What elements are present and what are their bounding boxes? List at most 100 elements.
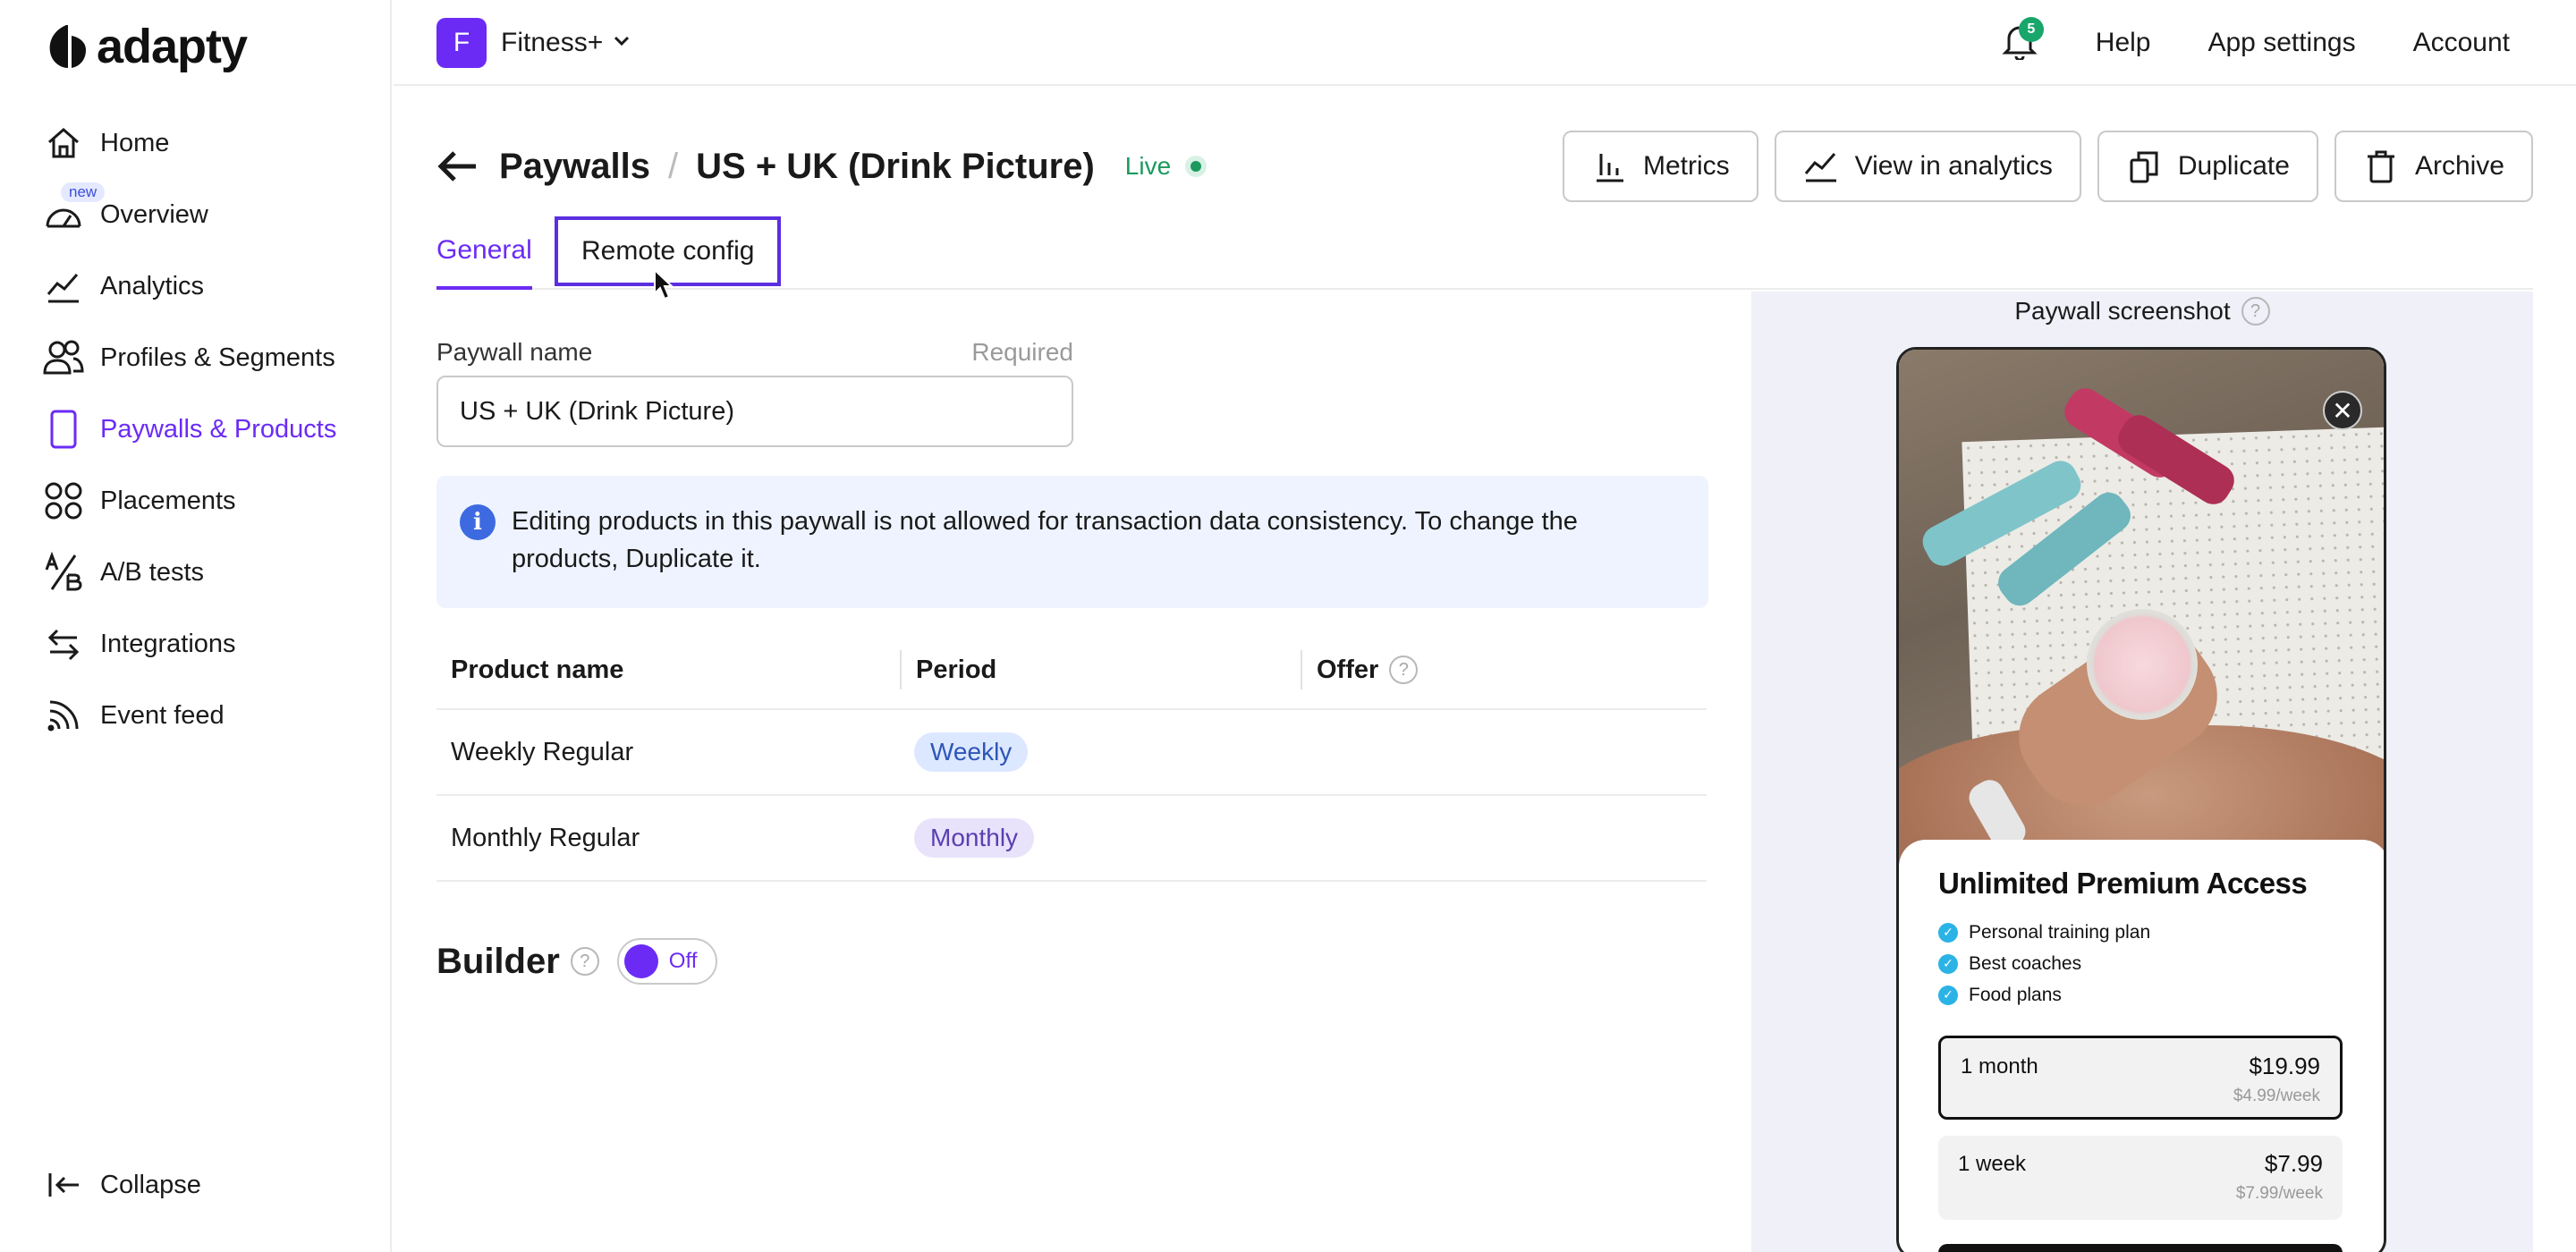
help-icon[interactable]: ? xyxy=(1389,656,1419,684)
home-icon xyxy=(43,123,84,164)
feature-item: ✓ Best coaches xyxy=(1938,948,2350,979)
metrics-button[interactable]: Metrics xyxy=(1562,131,1758,202)
sidebar-item-label: Paywalls & Products xyxy=(100,414,337,444)
account-link[interactable]: Account xyxy=(2413,28,2510,58)
sidebar-nav: Home new Overview Analytics Profiles & S… xyxy=(43,107,336,751)
help-icon[interactable]: ? xyxy=(570,947,599,976)
paywall-headline: Unlimited Premium Access xyxy=(1938,867,2308,900)
column-offer-label: Offer xyxy=(1317,655,1379,684)
plan-name: 1 month xyxy=(1961,1054,2038,1079)
chart-line-icon xyxy=(43,266,84,307)
arrows-icon xyxy=(43,623,84,664)
sidebar-item-profiles-segments[interactable]: Profiles & Segments xyxy=(43,322,336,393)
status-label: Live xyxy=(1124,152,1172,180)
sidebar-item-ab-tests[interactable]: A/B tests xyxy=(43,537,336,608)
help-icon[interactable]: ? xyxy=(2241,297,2270,326)
required-hint: Required xyxy=(971,338,1073,366)
sidebar-item-label: Integrations xyxy=(100,629,236,658)
plan-weekly-price: $7.99/week xyxy=(2235,1184,2323,1203)
grid-icon xyxy=(43,480,84,521)
preview-title-label: Paywall screenshot xyxy=(2014,297,2231,325)
archive-button[interactable]: Archive xyxy=(2334,131,2533,202)
trash-icon xyxy=(2363,148,2399,184)
view-in-analytics-label: View in analytics xyxy=(1854,151,2053,181)
paywall-screenshot: ✕ Unlimited Premium Access ✓ Personal tr… xyxy=(1896,347,2386,1252)
topbar-right: 5 Help App settings Account xyxy=(1997,17,2510,66)
duplicate-label: Duplicate xyxy=(2177,151,2290,181)
paywall-name-label-row: Paywall name Required xyxy=(436,338,1073,367)
paywall-name-label: Paywall name xyxy=(436,338,593,366)
tab-bar: General Remote config xyxy=(436,215,2533,290)
paywall-sheet: Unlimited Premium Access ✓ Personal trai… xyxy=(1899,840,2384,1252)
sidebar: adapty Home new Overview Analytics Profi… xyxy=(0,0,392,1252)
ab-test-icon xyxy=(43,552,84,593)
breadcrumb-separator: / xyxy=(668,146,679,186)
metrics-label: Metrics xyxy=(1642,151,1730,181)
breadcrumb-paywalls[interactable]: Paywalls xyxy=(499,147,650,187)
new-badge: new xyxy=(61,182,106,202)
tab-general[interactable]: General xyxy=(436,215,532,290)
sidebar-item-event-feed[interactable]: Event feed xyxy=(43,680,336,751)
app-avatar: F xyxy=(436,18,487,68)
collapse-button[interactable]: Collapse xyxy=(43,1154,201,1216)
logo-text: adapty xyxy=(97,20,248,73)
sidebar-item-paywalls-products[interactable]: Paywalls & Products xyxy=(43,393,336,465)
info-text: Editing products in this paywall is not … xyxy=(512,507,1578,573)
check-icon: ✓ xyxy=(1938,953,1958,974)
collapse-icon xyxy=(43,1164,84,1205)
table-header: Product name Period Offer ? xyxy=(436,631,1707,710)
period-badge: Weekly xyxy=(914,732,1029,772)
archive-label: Archive xyxy=(2414,151,2504,181)
page-header: Paywalls / US + UK (Drink Picture) Live xyxy=(436,129,1208,204)
sidebar-item-analytics[interactable]: Analytics xyxy=(43,250,336,322)
feature-label: Personal training plan xyxy=(1969,921,2151,943)
feature-label: Best coaches xyxy=(1969,952,2082,974)
phone-icon xyxy=(43,409,84,450)
plan-name: 1 week xyxy=(1958,1152,2027,1176)
info-banner: i Editing products in this paywall is no… xyxy=(436,476,1708,608)
sidebar-item-overview[interactable]: new Overview xyxy=(43,179,336,250)
sidebar-item-label: A/B tests xyxy=(100,557,205,587)
plan-price: $7.99 xyxy=(2264,1150,2323,1177)
sidebar-item-label: Placements xyxy=(100,486,236,515)
status-badge: Live xyxy=(1124,152,1208,181)
preview-title: Paywall screenshot ? xyxy=(1751,292,2533,331)
toggle-knob xyxy=(623,944,658,978)
paywall-cta-button xyxy=(1938,1244,2343,1252)
paywall-name-input[interactable] xyxy=(436,376,1073,447)
adapty-logo[interactable]: adapty xyxy=(47,20,248,73)
notifications-button[interactable]: 5 xyxy=(1997,17,2044,65)
help-link[interactable]: Help xyxy=(2096,28,2151,58)
copy-icon xyxy=(2126,148,2162,184)
plan-option: 1 week $7.99 $7.99/week xyxy=(1938,1136,2343,1220)
table-row[interactable]: Weekly Regular Weekly xyxy=(436,710,1707,796)
back-arrow-icon[interactable] xyxy=(436,145,479,188)
builder-toggle[interactable]: Off xyxy=(616,938,717,985)
adapty-logo-icon xyxy=(49,25,86,68)
product-name-cell: Monthly Regular xyxy=(451,823,640,852)
check-icon: ✓ xyxy=(1938,922,1958,943)
period-cell: Weekly xyxy=(900,732,1301,772)
sidebar-item-label: Event feed xyxy=(100,700,225,730)
sidebar-item-label: Profiles & Segments xyxy=(100,343,335,372)
builder-title: Builder xyxy=(436,941,560,981)
products-table: Product name Period Offer ? Weekly Regul… xyxy=(436,631,1707,882)
duplicate-button[interactable]: Duplicate xyxy=(2097,131,2318,202)
feed-icon xyxy=(43,695,84,736)
sidebar-item-placements[interactable]: Placements xyxy=(43,465,336,537)
topbar: F Fitness+ 5 Help App settings Account xyxy=(394,0,2576,86)
header-actions: Metrics View in analytics Duplicate Arch… xyxy=(1562,131,2533,202)
chart-line-icon xyxy=(1803,148,1839,184)
sidebar-item-home[interactable]: Home xyxy=(43,107,336,179)
app-switcher[interactable]: F Fitness+ xyxy=(436,18,630,68)
period-cell: Monthly xyxy=(900,818,1301,858)
sidebar-item-integrations[interactable]: Integrations xyxy=(43,608,336,680)
app-settings-link[interactable]: App settings xyxy=(2207,28,2355,58)
app-name: Fitness+ xyxy=(501,28,604,57)
view-in-analytics-button[interactable]: View in analytics xyxy=(1774,131,2081,202)
table-row[interactable]: Monthly Regular Monthly xyxy=(436,796,1707,882)
check-icon: ✓ xyxy=(1938,985,1958,1005)
feature-item: ✓ Personal training plan xyxy=(1938,917,2350,948)
column-product-name: Product name xyxy=(451,655,624,684)
sidebar-item-label: Home xyxy=(100,128,170,157)
